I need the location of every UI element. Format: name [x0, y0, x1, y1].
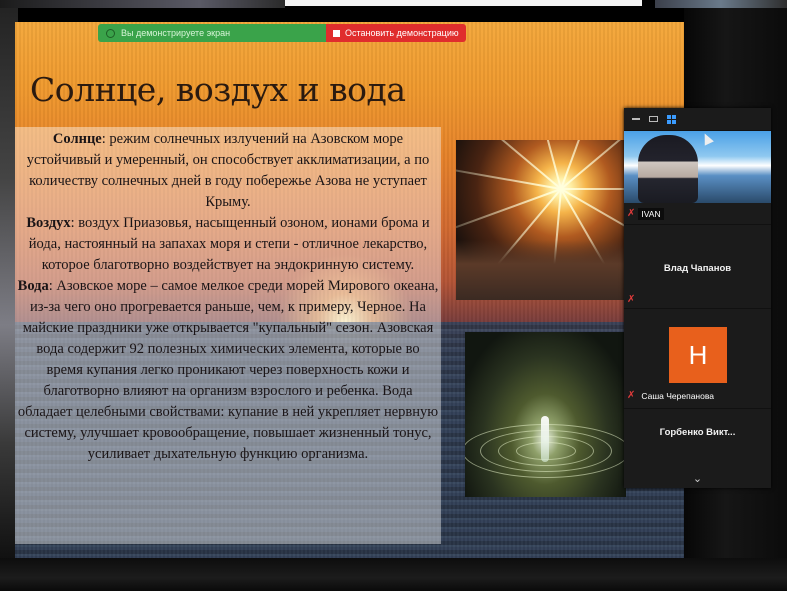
participants-panel: ✗ IVAN Влад Чапанов ✗ Н ✗ Саша Черепанов… [624, 108, 771, 488]
participant-video [624, 131, 771, 203]
background-window [655, 0, 787, 8]
participant-tile-sasha[interactable]: Н ✗ Саша Черепанова [624, 308, 771, 408]
mic-muted-icon: ✗ [627, 294, 636, 305]
share-screen-icon [106, 28, 115, 38]
air-text: : воздух Приазовья, насыщенный озоном, и… [28, 215, 430, 273]
participant-name: Влад Чапанов [663, 263, 732, 274]
monitor-bezel-bottom [0, 558, 787, 591]
gallery-view-icon[interactable] [667, 114, 676, 124]
share-status-text: Вы демонстрируете экран [121, 28, 231, 38]
minimize-icon[interactable] [632, 118, 640, 120]
slide-text-panel: Солнце: режим солнечных излучений на Азо… [15, 127, 441, 544]
restore-icon[interactable] [649, 116, 658, 122]
participant-tile-gorbenko[interactable]: Горбенко Викт... [624, 408, 771, 466]
mic-muted-icon: ✗ [627, 208, 636, 219]
participant-person [638, 135, 698, 203]
sun-image [456, 140, 626, 300]
water-label: Вода [17, 278, 49, 294]
share-status[interactable]: Вы демонстрируете экран [98, 24, 326, 42]
sun-label: Солнце [52, 131, 102, 147]
air-paragraph: Воздух: воздух Приазовья, насыщенный озо… [15, 213, 441, 276]
slide-title: Солнце, воздух и вода [30, 70, 406, 109]
background-top [0, 0, 285, 8]
participant-name: IVAN [638, 208, 664, 220]
stop-icon [333, 29, 340, 37]
chevron-down-icon[interactable]: ⌄ [624, 472, 771, 485]
participant-name: Саша Черепанова [641, 391, 715, 401]
sun-paragraph: Солнце: режим солнечных излучений на Азо… [15, 129, 441, 213]
water-text: : Азовское море – самое мелкое среди мор… [17, 278, 439, 462]
mic-muted-icon: ✗ [627, 390, 636, 401]
participant-tile-vlad[interactable]: Влад Чапанов ✗ [624, 224, 771, 308]
screen-share-bar: Вы демонстрируете экран Остановить демон… [98, 24, 466, 42]
presentation-slide: Солнце, воздух и вода Солнце: режим солн… [15, 22, 685, 562]
participant-name: Горбенко Викт... [659, 427, 736, 438]
participant-tile-ivan[interactable]: ✗ IVAN [624, 130, 771, 224]
avatar: Н [669, 327, 727, 383]
water-paragraph: Вода: Азовское море – самое мелкое среди… [15, 276, 441, 465]
air-label: Воздух [26, 215, 71, 231]
stop-share-button[interactable]: Остановить демонстрацию [326, 24, 466, 42]
stop-share-label: Остановить демонстрацию [345, 28, 459, 38]
panel-toolbar [624, 108, 771, 130]
water-image [465, 332, 626, 497]
background-light [285, 0, 642, 6]
